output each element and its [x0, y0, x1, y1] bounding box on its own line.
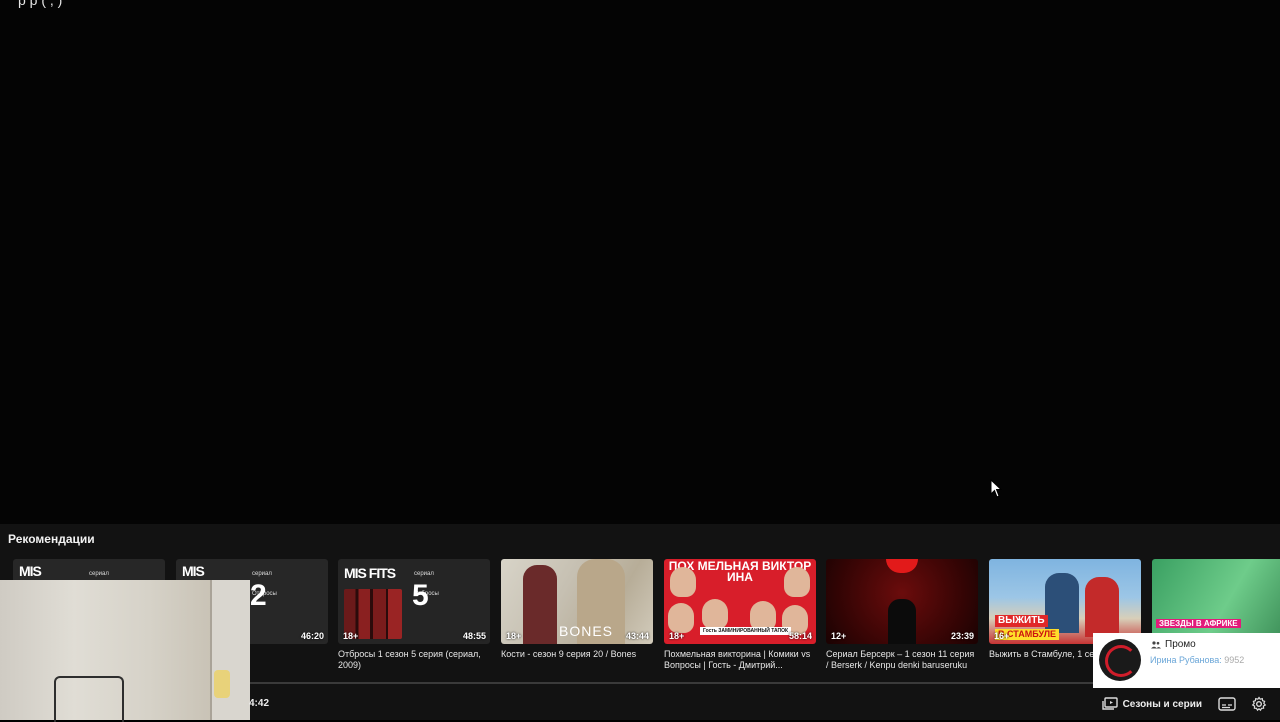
users-icon: [1151, 640, 1161, 648]
poster-title: MIS: [19, 563, 42, 579]
webcam-bottle: [214, 670, 230, 698]
recommendations-heading: Рекомендации: [8, 532, 95, 546]
episodes-icon: [1101, 697, 1118, 710]
poster-title: ЗВЕЗДЫ В АФРИКЕ: [1156, 619, 1241, 628]
poster-sun: [886, 559, 918, 573]
card-caption[interactable]: Похмельная викторина | Комики vs Вопросы…: [664, 649, 816, 671]
poster-title: ВЫЖИТЬ: [995, 615, 1048, 627]
recommendation-card[interactable]: ПОХ МЕЛЬНАЯ ВИКТОР ИНА Гость ЗАМИНИРОВАН…: [664, 559, 816, 671]
current-time: 4:42: [249, 698, 270, 709]
poster-person: [523, 565, 557, 644]
thumbnail[interactable]: ЗВЕЗДЫ В АФРИКЕ: [1152, 559, 1280, 644]
duration-badge: 46:20: [300, 631, 324, 641]
card-caption[interactable]: Сериал Берсерк – 1 сезон 11 серия / Bers…: [826, 649, 978, 671]
seasons-episodes-label: Сезоны и серии: [1122, 698, 1202, 710]
duration-badge: 23:39: [950, 631, 974, 641]
poster-title: MIS: [182, 563, 205, 579]
recommendation-card[interactable]: 12+ 23:39 Сериал Берсерк – 1 сезон 11 се…: [826, 559, 978, 671]
poster-person: [668, 603, 694, 633]
settings-button[interactable]: [1248, 693, 1270, 715]
age-rating-badge: 18+: [506, 631, 522, 641]
poster-person: [1045, 573, 1079, 633]
recommendation-card[interactable]: BONES 18+ 43:44 Кости - сезон 9 серия 20…: [501, 559, 653, 660]
gear-icon: [1251, 696, 1267, 712]
thumbnail[interactable]: MIS FITS сериал Отбросы 5 18+ 48:55: [338, 559, 490, 644]
show-logo: BONES: [559, 623, 614, 639]
avatar: [1099, 639, 1141, 681]
webcam-door: [210, 580, 250, 720]
promo-count: 9952: [1224, 655, 1245, 665]
serial-label: сериал: [414, 571, 434, 577]
card-caption[interactable]: Отбросы 1 сезон 5 серия (сериал, 2009): [338, 649, 490, 671]
logo-icon: [1105, 645, 1137, 677]
subtitles-button[interactable]: [1216, 693, 1238, 715]
recommendation-card[interactable]: MIS FITS сериал Отбросы 5 18+ 48:55 Отбр…: [338, 559, 490, 671]
age-rating-badge: 12+: [831, 631, 847, 641]
serial-label: сериал: [252, 571, 272, 577]
thumbnail[interactable]: ПОХ МЕЛЬНАЯ ВИКТОР ИНА Гость ЗАМИНИРОВАН…: [664, 559, 816, 644]
thumbnail[interactable]: BONES 18+ 43:44: [501, 559, 653, 644]
webcam-overlay: [0, 580, 250, 722]
duration-badge: 43:44: [625, 631, 649, 641]
promo-user-name: Ирина Рубанова:: [1150, 655, 1222, 665]
seasons-episodes-button[interactable]: Сезоны и серии: [1101, 697, 1202, 711]
episode-number: 5: [412, 579, 429, 612]
serial-label: сериал: [89, 571, 109, 577]
poster-person: [702, 599, 728, 629]
subtitles-icon: [1218, 697, 1236, 711]
age-rating-badge: 16+: [994, 631, 1010, 641]
promo-type: Промо: [1151, 639, 1196, 650]
thumbnail[interactable]: 12+ 23:39: [826, 559, 978, 644]
poster-tagline: Гость ЗАМИНИРОВАННЫЙ ТАПОК: [700, 627, 792, 635]
webcam-chair: [54, 676, 124, 722]
poster-person: [1085, 577, 1119, 637]
duration-badge: 48:55: [462, 631, 486, 641]
duration-badge: 58:14: [788, 631, 812, 641]
player-controls-right: Сезоны и серии: [1101, 692, 1280, 716]
card-caption[interactable]: Кости - сезон 9 серия 20 / Bones: [501, 649, 653, 660]
promo-notification[interactable]: Промо Ирина Рубанова: 9952: [1093, 633, 1280, 688]
age-rating-badge: 18+: [669, 631, 685, 641]
video-title: р р ( , ): [18, 0, 63, 8]
poster-person: [670, 567, 696, 597]
promo-user[interactable]: Ирина Рубанова: 9952: [1150, 655, 1244, 665]
video-player[interactable]: р р ( , ): [0, 0, 1280, 524]
thumbnail[interactable]: ВЫЖИТЬ В СТАМБУЛЕ 16+: [989, 559, 1141, 644]
episode-number: 2: [250, 579, 267, 612]
poster-figure: [888, 599, 916, 644]
poster-title: MIS FITS: [344, 565, 396, 581]
promo-type-label: Промо: [1165, 639, 1196, 650]
recommendation-card[interactable]: ЗВЕЗДЫ В АФРИКЕ: [1152, 559, 1280, 644]
poster-person: [784, 567, 810, 597]
mouse-cursor-icon: [990, 479, 1003, 498]
age-rating-badge: 18+: [343, 631, 359, 641]
